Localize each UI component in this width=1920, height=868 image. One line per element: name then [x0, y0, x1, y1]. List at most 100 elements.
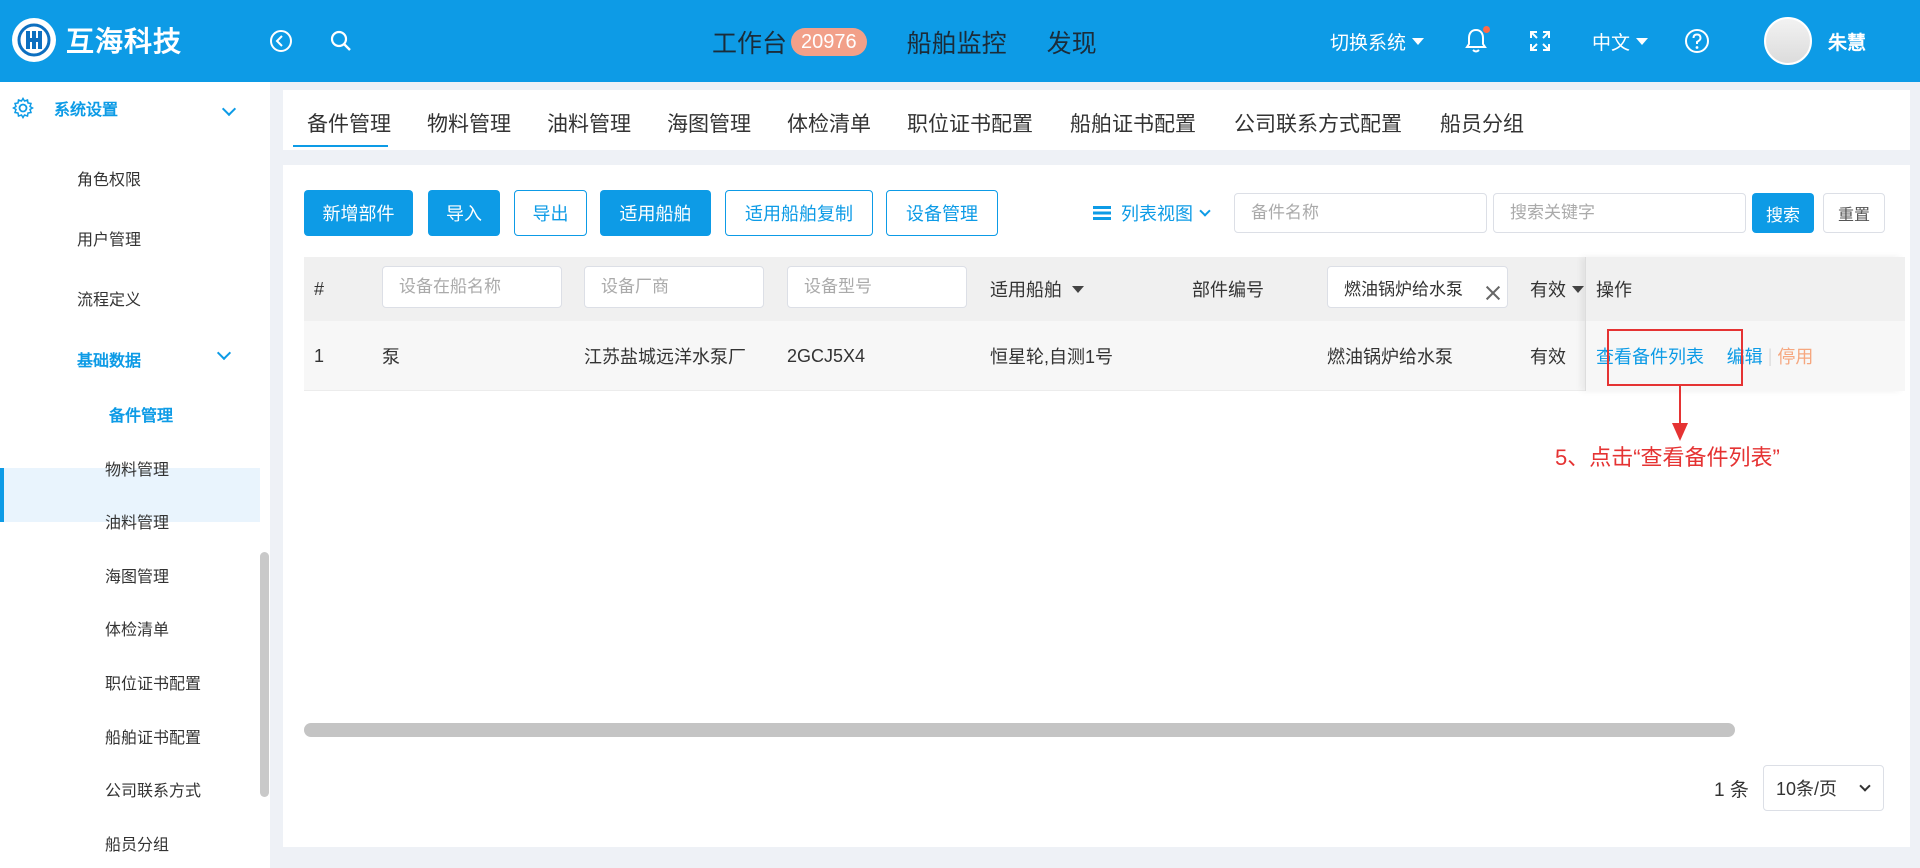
- fullscreen-button[interactable]: [1528, 29, 1552, 53]
- main-nav: 工作台 20976 船舶监控 发现: [712, 24, 1137, 60]
- cell-model: 2GCJ5X4: [787, 345, 866, 366]
- sidebar-item-roles[interactable]: 角色权限: [77, 166, 141, 190]
- switch-system-dropdown[interactable]: 切换系统: [1330, 28, 1424, 55]
- caret-down-icon: [1635, 37, 1648, 45]
- tab-oil[interactable]: 油料管理: [547, 108, 631, 138]
- sidebar-item-users[interactable]: 用户管理: [77, 226, 141, 250]
- col-applicable-ships-header[interactable]: 适用船舶: [990, 257, 1084, 321]
- device-management-button[interactable]: 设备管理: [886, 190, 998, 236]
- brand-logo[interactable]: 互海科技: [12, 18, 182, 62]
- reset-button[interactable]: 重置: [1823, 193, 1885, 233]
- filter-model[interactable]: [787, 266, 967, 308]
- page-size-select[interactable]: 10条/页: [1763, 765, 1884, 811]
- arrow-down-icon: [1672, 423, 1688, 441]
- logo-icon: [12, 18, 56, 62]
- col-index-header: #: [314, 278, 325, 299]
- brand-name: 互海科技: [66, 26, 183, 57]
- cell-part-name: 燃油锅炉给水泵: [1327, 347, 1453, 367]
- sidebar-section-settings[interactable]: 系统设置: [12, 96, 118, 120]
- user-menu[interactable]: 朱慧: [1763, 17, 1866, 65]
- tab-ship-cert[interactable]: 船舶证书配置: [1070, 108, 1196, 138]
- sidebar-scrollbar[interactable]: [260, 552, 269, 797]
- help-icon: [1684, 29, 1709, 53]
- sidebar-item-workflow[interactable]: 流程定义: [77, 286, 141, 310]
- tab-charts[interactable]: 海图管理: [667, 108, 751, 138]
- sidebar-item-spare-parts[interactable]: 备件管理: [109, 402, 173, 426]
- applicable-ships-button[interactable]: 适用船舶: [600, 190, 711, 236]
- tab-company-contact[interactable]: 公司联系方式配置: [1234, 108, 1402, 138]
- caret-down-icon: [1411, 37, 1424, 45]
- nav-discover[interactable]: 发现: [1047, 24, 1097, 60]
- cell-applicable-ships: 恒星轮,自测1号: [990, 347, 1114, 367]
- copy-applicable-ships-button[interactable]: 适用船舶复制: [725, 190, 873, 236]
- cell-valid: 有效: [1530, 347, 1566, 367]
- sidebar-item-company-contact[interactable]: 公司联系方式: [105, 777, 201, 801]
- tab-checkup[interactable]: 体检清单: [787, 108, 871, 138]
- search-icon[interactable]: [328, 28, 354, 54]
- tab-bar: 备件管理 物料管理 油料管理 海图管理 体检清单 职位证书配置 船舶证书配置 公…: [283, 90, 1910, 150]
- list-view-icon: [1093, 206, 1111, 220]
- add-part-button[interactable]: 新增部件: [304, 190, 413, 236]
- cell-index: 1: [314, 345, 325, 366]
- export-button[interactable]: 导出: [514, 190, 587, 236]
- sidebar-item-materials[interactable]: 物料管理: [105, 456, 169, 480]
- sidebar-group-basic-data[interactable]: 基础数据: [77, 347, 141, 371]
- view-mode-label: 列表视图: [1121, 204, 1193, 224]
- clear-filter-icon[interactable]: [1483, 283, 1503, 303]
- sidebar-item-oil[interactable]: 油料管理: [105, 509, 169, 533]
- cell-device-name: 泵: [382, 347, 400, 367]
- view-mode-dropdown[interactable]: 列表视图: [1093, 200, 1211, 226]
- active-tab-indicator: [293, 145, 388, 147]
- sidebar-item-crew-group[interactable]: 船员分组: [105, 831, 169, 855]
- filter-ship-device-name[interactable]: [382, 266, 562, 308]
- filter-vendor[interactable]: [584, 266, 764, 308]
- caret-down-icon: [1072, 285, 1084, 293]
- col-valid-label: 有效: [1530, 280, 1566, 300]
- import-button[interactable]: 导入: [428, 190, 500, 236]
- gear-icon: [12, 97, 34, 119]
- fullscreen-icon: [1529, 31, 1550, 51]
- back-icon[interactable]: [268, 28, 294, 54]
- sidebar-section-label: 系统设置: [54, 102, 119, 119]
- ops-separator: |: [1767, 345, 1773, 366]
- sidebar-item-charts[interactable]: 海图管理: [105, 563, 169, 587]
- search-button[interactable]: 搜索: [1752, 193, 1814, 233]
- disable-link[interactable]: 停用: [1777, 343, 1813, 369]
- nav-workbench-label: 工作台: [712, 30, 788, 58]
- tab-position-cert[interactable]: 职位证书配置: [907, 108, 1033, 138]
- tutorial-highlight-box: [1607, 329, 1743, 386]
- sidebar-item-ship-cert[interactable]: 船舶证书配置: [105, 724, 201, 748]
- switch-system-label: 切换系统: [1329, 32, 1406, 54]
- filter-part-name[interactable]: [1327, 266, 1508, 308]
- user-name: 朱慧: [1827, 32, 1866, 54]
- cell-vendor: 江苏盐城远洋水泵厂: [584, 347, 746, 367]
- caret-down-icon: [1572, 285, 1584, 293]
- help-button[interactable]: [1684, 28, 1710, 54]
- language-label: 中文: [1591, 32, 1630, 54]
- tab-spare-parts[interactable]: 备件管理: [307, 108, 391, 138]
- part-name-input[interactable]: [1234, 193, 1487, 233]
- tutorial-arrow: [1679, 386, 1681, 426]
- avatar: [1763, 17, 1812, 65]
- nav-ship-monitor[interactable]: 船舶监控: [907, 24, 1007, 60]
- main-panel: 新增部件 导入 导出 适用船舶 适用船舶复制 设备管理 列表视图 搜索 重置 #…: [283, 165, 1910, 847]
- top-bar: 互海科技 工作台 20976 船舶监控 发现 切换系统 中文 朱慧: [0, 0, 1920, 82]
- chevron-down-icon: [216, 345, 232, 361]
- notification-bell[interactable]: [1464, 26, 1490, 54]
- tab-materials[interactable]: 物料管理: [427, 108, 511, 138]
- tab-crew-group[interactable]: 船员分组: [1440, 108, 1524, 138]
- page-size-label: 10条/页: [1776, 779, 1838, 799]
- sidebar-item-checkup[interactable]: 体检清单: [105, 616, 169, 640]
- sidebar-item-position-cert[interactable]: 职位证书配置: [105, 670, 201, 694]
- tutorial-annotation: 5、点击“查看备件列表”: [1555, 445, 1780, 470]
- nav-workbench[interactable]: 工作台 20976: [712, 24, 867, 60]
- col-valid-header[interactable]: 有效: [1530, 257, 1584, 321]
- workbench-count-badge: 20976: [791, 28, 867, 56]
- header-tools: 切换系统 中文 朱慧: [1330, 0, 1920, 82]
- language-dropdown[interactable]: 中文: [1592, 28, 1648, 55]
- col-ops-header: 操作: [1596, 257, 1905, 321]
- keyword-search-input[interactable]: [1493, 193, 1746, 233]
- col-applicable-ships-label: 适用船舶: [990, 280, 1062, 300]
- chevron-down-icon: [1199, 205, 1211, 217]
- table-horizontal-scrollbar[interactable]: [304, 723, 1735, 737]
